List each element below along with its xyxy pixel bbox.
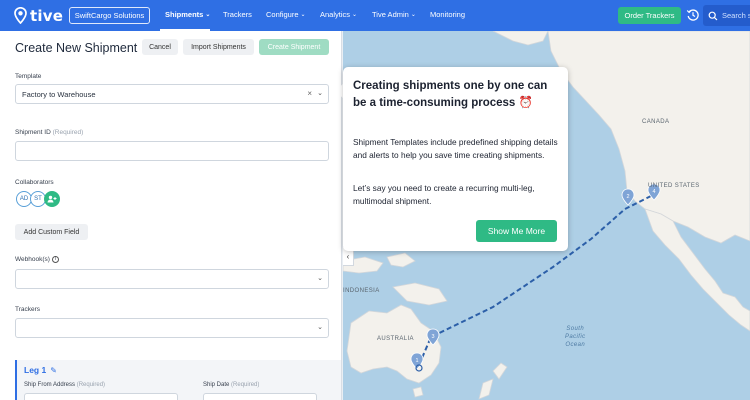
organization-switcher-button[interactable]: SwiftCargo Solutions (69, 7, 150, 24)
add-custom-field-button[interactable]: Add Custom Field (15, 224, 88, 240)
template-select[interactable]: Factory to Warehouse × ⌄ (15, 84, 329, 104)
global-search[interactable] (703, 5, 750, 26)
create-shipment-panel: Create New Shipment Cancel Import Shipme… (0, 31, 342, 400)
search-input[interactable] (722, 11, 750, 20)
webhooks-label: Webhook(s) i (15, 256, 59, 263)
indonesia-landmass (386, 252, 416, 268)
template-label: Template (15, 73, 42, 80)
australia-landmass (346, 304, 442, 384)
nav-configure[interactable]: Configure ⌄ (266, 10, 306, 19)
logo-wordmark: tive (30, 6, 64, 25)
tasmania-landmass (412, 386, 424, 398)
ocean-label-line: South (566, 326, 585, 332)
tooltip-paragraph: Let’s say you need to create a recurring… (353, 183, 535, 206)
nav-monitoring[interactable]: Monitoring (430, 10, 465, 19)
chevron-down-icon: ⌄ (352, 12, 358, 18)
ship-from-label-text: Ship From Address (24, 382, 76, 388)
ship-date-label-text: Ship Date (203, 382, 230, 388)
info-icon[interactable]: i (51, 256, 59, 263)
webhooks-select[interactable]: ⌄ (15, 269, 329, 289)
pencil-icon[interactable]: ✎ (50, 366, 57, 375)
chevron-down-icon[interactable]: ⌄ (317, 274, 323, 282)
nav-shipments-label: Shipments (165, 10, 204, 19)
shipment-id-input[interactable] (15, 141, 329, 161)
required-hint: (Required) (76, 382, 106, 388)
ship-date-label: Ship Date (Required) (203, 382, 259, 388)
leg-title-text: Leg 1 (24, 365, 47, 375)
chevron-down-icon: ⌄ (205, 12, 211, 18)
collaborators-label: Collaborators (15, 179, 54, 186)
leg-section: Leg 1 ✎ Ship From Address (Required) Ship… (15, 360, 341, 400)
map-label-canada: CANADA (642, 119, 670, 125)
map-label-south-pacific-ocean: South Pacific Ocean (565, 325, 585, 349)
trackers-label: Trackers (15, 306, 41, 313)
new-zealand-landmass (478, 378, 494, 400)
required-hint: (Required) (231, 382, 260, 388)
import-shipments-button[interactable]: Import Shipments (183, 39, 254, 55)
add-user-icon (47, 195, 57, 203)
nav-trackers-label: Trackers (223, 10, 252, 19)
arctic-landmass (492, 31, 549, 46)
nav-analytics[interactable]: Analytics ⌄ (320, 10, 357, 19)
nav-trackers[interactable]: Trackers (223, 10, 252, 19)
search-icon (708, 11, 718, 20)
shipment-id-label-text: Shipment ID (15, 129, 51, 136)
tooltip-paragraph: Shipment Templates include predefined sh… (353, 137, 558, 160)
top-navigation-bar: tive SwiftCargo Solutions Shipments ⌄ Tra… (0, 0, 750, 31)
marker-label: 4 (652, 189, 655, 195)
marker-label: 1 (415, 358, 418, 364)
history-icon[interactable] (686, 8, 700, 22)
chevron-down-icon[interactable]: ⌄ (317, 323, 323, 331)
chevron-down-icon[interactable]: ⌄ (317, 89, 323, 97)
create-shipment-button[interactable]: Create Shipment (259, 39, 329, 55)
ship-from-label: Ship From Address (Required) (24, 382, 105, 388)
map-marker[interactable]: 2 (621, 188, 635, 206)
ocean-label-line: Pacific (565, 334, 586, 340)
onboarding-tooltip: Creating shipments one by one can be a t… (343, 67, 568, 251)
location-pin-icon (14, 7, 27, 24)
clear-icon[interactable]: × (307, 89, 312, 98)
chevron-left-icon: ‹ (346, 251, 350, 261)
ship-from-address-input[interactable] (24, 393, 178, 400)
nav-tive-admin-label: Tive Admin (372, 10, 409, 19)
nav-configure-label: Configure (266, 10, 299, 19)
chevron-down-icon: ⌄ (410, 12, 416, 18)
webhooks-label-text: Webhook(s) (15, 256, 50, 264)
map-label-united-states: UNITED STATES (648, 183, 700, 189)
map-label-australia: AUSTRALIA (377, 336, 414, 342)
ocean-label-line: Ocean (565, 342, 586, 348)
show-me-more-button[interactable]: Show Me More (476, 220, 557, 242)
order-trackers-button[interactable]: Order Trackers (618, 7, 681, 24)
page-title: Create New Shipment (15, 41, 138, 55)
cancel-button[interactable]: Cancel (142, 39, 178, 55)
marker-label: 3 (431, 334, 434, 340)
map-label-indonesia: INDONESIA (343, 288, 380, 294)
leg-title: Leg 1 ✎ (24, 365, 57, 375)
new-zealand-landmass (492, 362, 508, 380)
alarm-clock-icon: ⏰ (518, 97, 533, 109)
template-value: Factory to Warehouse (22, 90, 96, 99)
nav-monitoring-label: Monitoring (430, 10, 466, 19)
add-collaborator-button[interactable] (44, 191, 60, 207)
new-guinea-landmass (392, 282, 448, 306)
marker-label: 2 (626, 194, 629, 200)
nav-shipments[interactable]: Shipments ⌄ (165, 10, 210, 19)
chevron-down-icon: ⌄ (300, 12, 306, 18)
required-hint: (Required) (52, 129, 84, 136)
tooltip-heading: Creating shipments one by one can be a t… (353, 78, 553, 112)
tive-logo[interactable]: tive (14, 6, 63, 25)
shipment-id-label: Shipment ID (Required) (15, 129, 83, 136)
trackers-select[interactable]: ⌄ (15, 318, 329, 338)
ship-date-input[interactable] (203, 393, 317, 400)
nav-analytics-label: Analytics (320, 10, 351, 19)
nav-tive-admin[interactable]: Tive Admin ⌄ (372, 10, 416, 19)
